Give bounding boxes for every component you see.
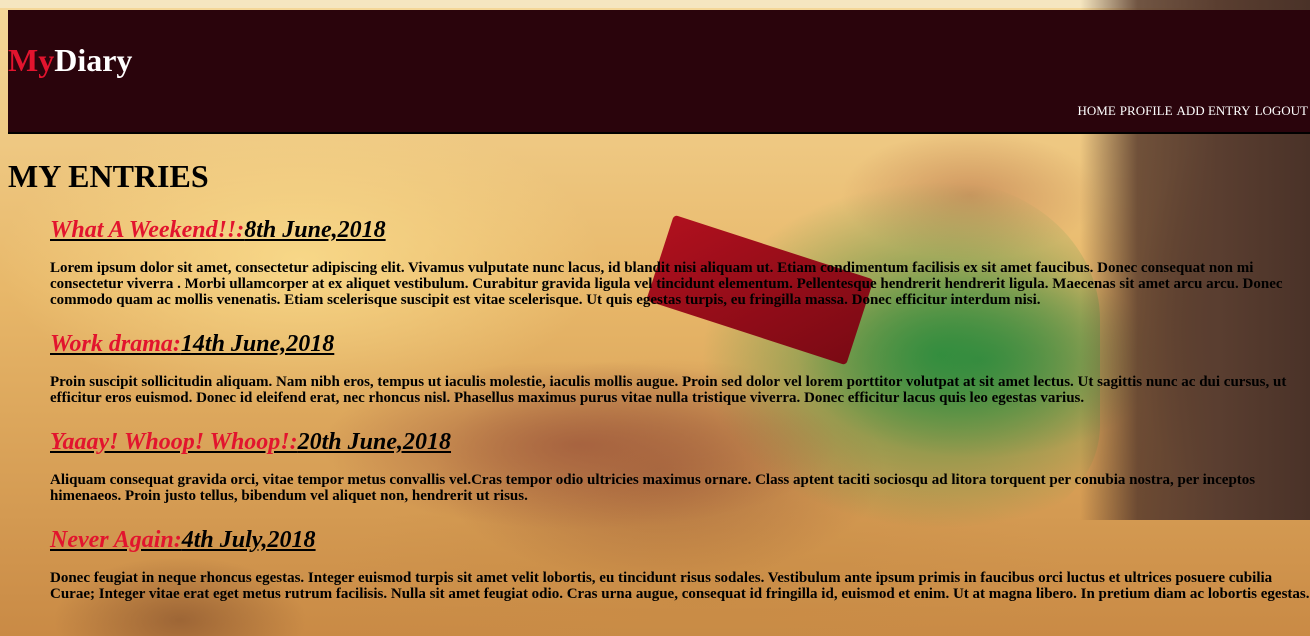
- nav-home-link[interactable]: HOME: [1078, 103, 1116, 119]
- main-nav: HOME PROFILE ADD ENTRY LOGOUT: [1078, 103, 1308, 119]
- entry-body: Lorem ipsum dolor sit amet, consectetur …: [50, 260, 1283, 308]
- entry-date: 4th July,2018: [181, 527, 316, 553]
- logo-my: My: [8, 42, 55, 78]
- entry-title[interactable]: What A Weekend!!:8th June,2018: [50, 214, 1310, 246]
- entry-body: Donec feugiat in neque rhoncus egestas. …: [50, 570, 1310, 602]
- entry-date: 8th June,2018: [244, 217, 386, 243]
- entry-name: What A Weekend!!:: [50, 217, 245, 243]
- entry-title[interactable]: Never Again:4th July,2018: [50, 524, 1310, 556]
- entry-title[interactable]: Work drama:14th June,2018: [50, 328, 1310, 360]
- nav-logout-link[interactable]: LOGOUT: [1255, 103, 1308, 119]
- entry-body: Aliquam consequat gravida orci, vitae te…: [50, 472, 1256, 504]
- site-logo[interactable]: MyDiary: [8, 40, 132, 80]
- entries-list: What A Weekend!!:8th June,2018 Lorem ips…: [50, 214, 1310, 602]
- entry-title[interactable]: Yaaay! Whoop! Whoop!:20th June,2018: [50, 426, 1310, 458]
- page-title: MY ENTRIES: [8, 158, 209, 194]
- nav-profile-link[interactable]: PROFILE: [1120, 103, 1173, 119]
- entry-item: Never Again:4th July,2018 Donec feugiat …: [50, 524, 1310, 602]
- entry-name: Work drama:: [50, 331, 181, 357]
- entry-date: 14th June,2018: [180, 331, 335, 357]
- entry-date: 20th June,2018: [297, 429, 452, 455]
- entry-name: Never Again:: [50, 527, 182, 553]
- site-header: MyDiary HOME PROFILE ADD ENTRY LOGOUT: [8, 10, 1310, 134]
- logo-diary: Diary: [54, 42, 133, 78]
- entry-name: Yaaay! Whoop! Whoop!:: [50, 429, 298, 455]
- entry-item: What A Weekend!!:8th June,2018 Lorem ips…: [50, 214, 1310, 308]
- entry-body: Proin suscipit sollicitudin aliquam. Nam…: [50, 374, 1287, 406]
- entry-item: Yaaay! Whoop! Whoop!:20th June,2018 Aliq…: [50, 426, 1310, 504]
- nav-add-entry-link[interactable]: ADD ENTRY: [1177, 103, 1251, 119]
- entry-item: Work drama:14th June,2018 Proin suscipit…: [50, 328, 1310, 406]
